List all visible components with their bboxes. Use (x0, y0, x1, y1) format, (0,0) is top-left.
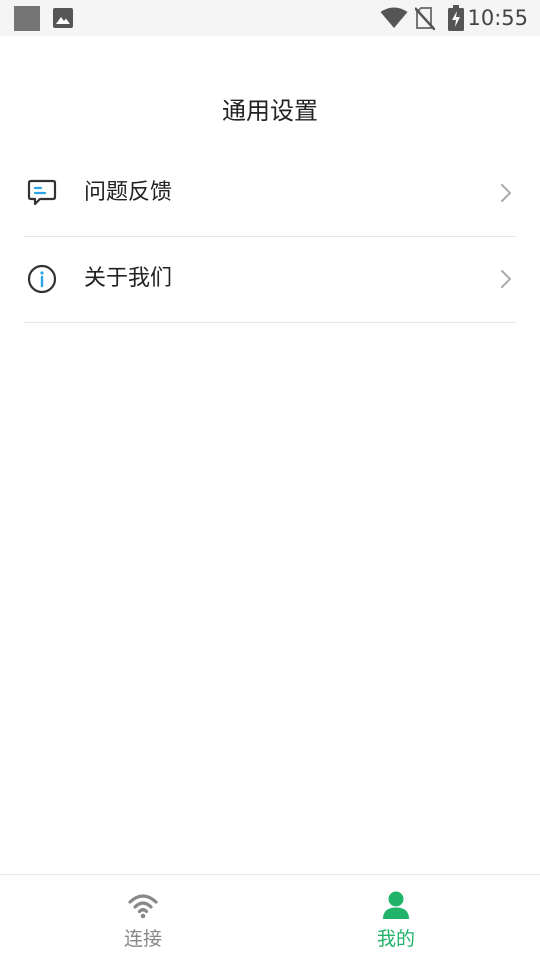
chevron-right-icon (501, 184, 511, 202)
no-sim-icon (415, 7, 435, 30)
wifi-icon (128, 894, 158, 919)
user-icon (383, 891, 409, 919)
tab-mine[interactable]: 我的 (261, 875, 531, 961)
image-notification-icon (53, 8, 73, 28)
bottom-tab-bar: 连接 我的 (0, 874, 540, 961)
tab-connect-label: 连接 (123, 928, 162, 950)
info-icon (27, 264, 57, 294)
feedback-icon (27, 179, 57, 206)
wifi-signal-icon (380, 7, 408, 28)
tab-mine-label: 我的 (376, 928, 415, 950)
menu-item-feedback[interactable]: 问题反馈 (24, 150, 516, 237)
clock-time: 10:55 (467, 6, 528, 30)
menu-item-about[interactable]: 关于我们 (24, 236, 516, 323)
tab-connect[interactable]: 连接 (8, 875, 278, 961)
menu-item-about-label: 关于我们 (84, 266, 173, 291)
battery-charging-icon (448, 5, 464, 31)
page-title: 通用设置 (222, 97, 318, 125)
chevron-right-icon (501, 270, 511, 288)
status-bar: 10:55 (0, 0, 540, 36)
notification-square-icon (14, 6, 40, 31)
menu-item-feedback-label: 问题反馈 (84, 180, 173, 205)
